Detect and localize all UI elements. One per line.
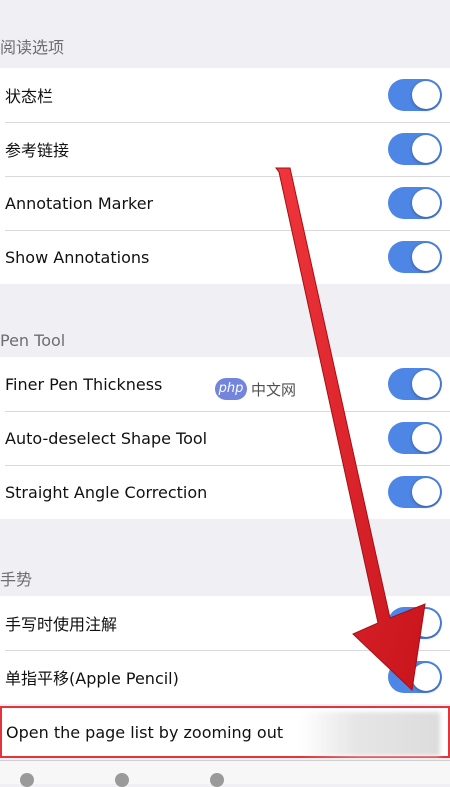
row-page-list-zoom-out[interactable]: Open the page list by zooming out	[0, 706, 450, 758]
row-label: 状态栏	[5, 87, 54, 106]
settings-screen: 阅读选项 状态栏 参考链接 Annotation Marker Show Ann…	[0, 0, 450, 787]
group-gestures: 手写时使用注解 单指平移(Apple Pencil)	[0, 596, 450, 704]
toggle-knob	[412, 135, 440, 163]
toggle-knob	[412, 189, 440, 217]
auto-deselect-shape-tool-toggle[interactable]	[388, 422, 442, 454]
toggle-knob	[412, 243, 440, 271]
row-label: Finer Pen Thickness	[5, 374, 163, 394]
row-label: 手写时使用注解	[5, 615, 118, 634]
single-finger-pan-toggle[interactable]	[388, 661, 442, 693]
toggle-knob	[412, 424, 440, 452]
row-auto-deselect-shape-tool: Auto-deselect Shape Tool	[0, 411, 450, 465]
row-annotate-while-writing: 手写时使用注解	[0, 596, 450, 650]
group-reading: 状态栏 参考链接 Annotation Marker Show Annotati…	[0, 68, 450, 284]
annotate-while-writing-toggle[interactable]	[388, 607, 442, 639]
section-header-pen-tool: Pen Tool	[0, 331, 66, 350]
row-single-finger-pan: 单指平移(Apple Pencil)	[0, 650, 450, 704]
toggle-knob	[412, 81, 440, 109]
tab-icon-search[interactable]	[115, 773, 129, 787]
show-annotations-toggle[interactable]	[388, 241, 442, 273]
watermark: php 中文网	[215, 378, 296, 400]
row-label: Straight Angle Correction	[5, 482, 208, 502]
toggle-knob	[412, 663, 440, 691]
straight-angle-correction-toggle[interactable]	[388, 476, 442, 508]
row-show-annotations: Show Annotations	[0, 230, 450, 284]
section-header-gestures: 手势	[0, 570, 33, 589]
watermark-text: 中文网	[251, 380, 297, 399]
tab-icon-settings[interactable]	[210, 773, 224, 787]
toggle-knob	[412, 609, 440, 637]
php-logo-icon: php	[215, 378, 247, 400]
reference-links-toggle[interactable]	[388, 133, 442, 165]
row-straight-angle-correction: Straight Angle Correction	[0, 465, 450, 519]
tab-bar	[0, 760, 450, 787]
row-annotation-marker: Annotation Marker	[0, 176, 450, 230]
tab-icon-library[interactable]	[20, 773, 34, 787]
finer-pen-thickness-toggle[interactable]	[388, 368, 442, 400]
row-label: Show Annotations	[5, 247, 150, 267]
row-reference-links: 参考链接	[0, 122, 450, 176]
row-label: 参考链接	[5, 141, 70, 160]
status-bar-toggle[interactable]	[388, 79, 442, 111]
section-header-reading: 阅读选项	[0, 38, 65, 57]
toggle-knob	[412, 478, 440, 506]
row-status-bar: 状态栏	[0, 68, 450, 122]
annotation-marker-toggle[interactable]	[388, 187, 442, 219]
blurred-region	[300, 712, 440, 756]
row-label: 单指平移(Apple Pencil)	[5, 669, 179, 688]
row-label: Auto-deselect Shape Tool	[5, 428, 208, 448]
toggle-knob	[412, 370, 440, 398]
row-label: Annotation Marker	[5, 193, 154, 213]
